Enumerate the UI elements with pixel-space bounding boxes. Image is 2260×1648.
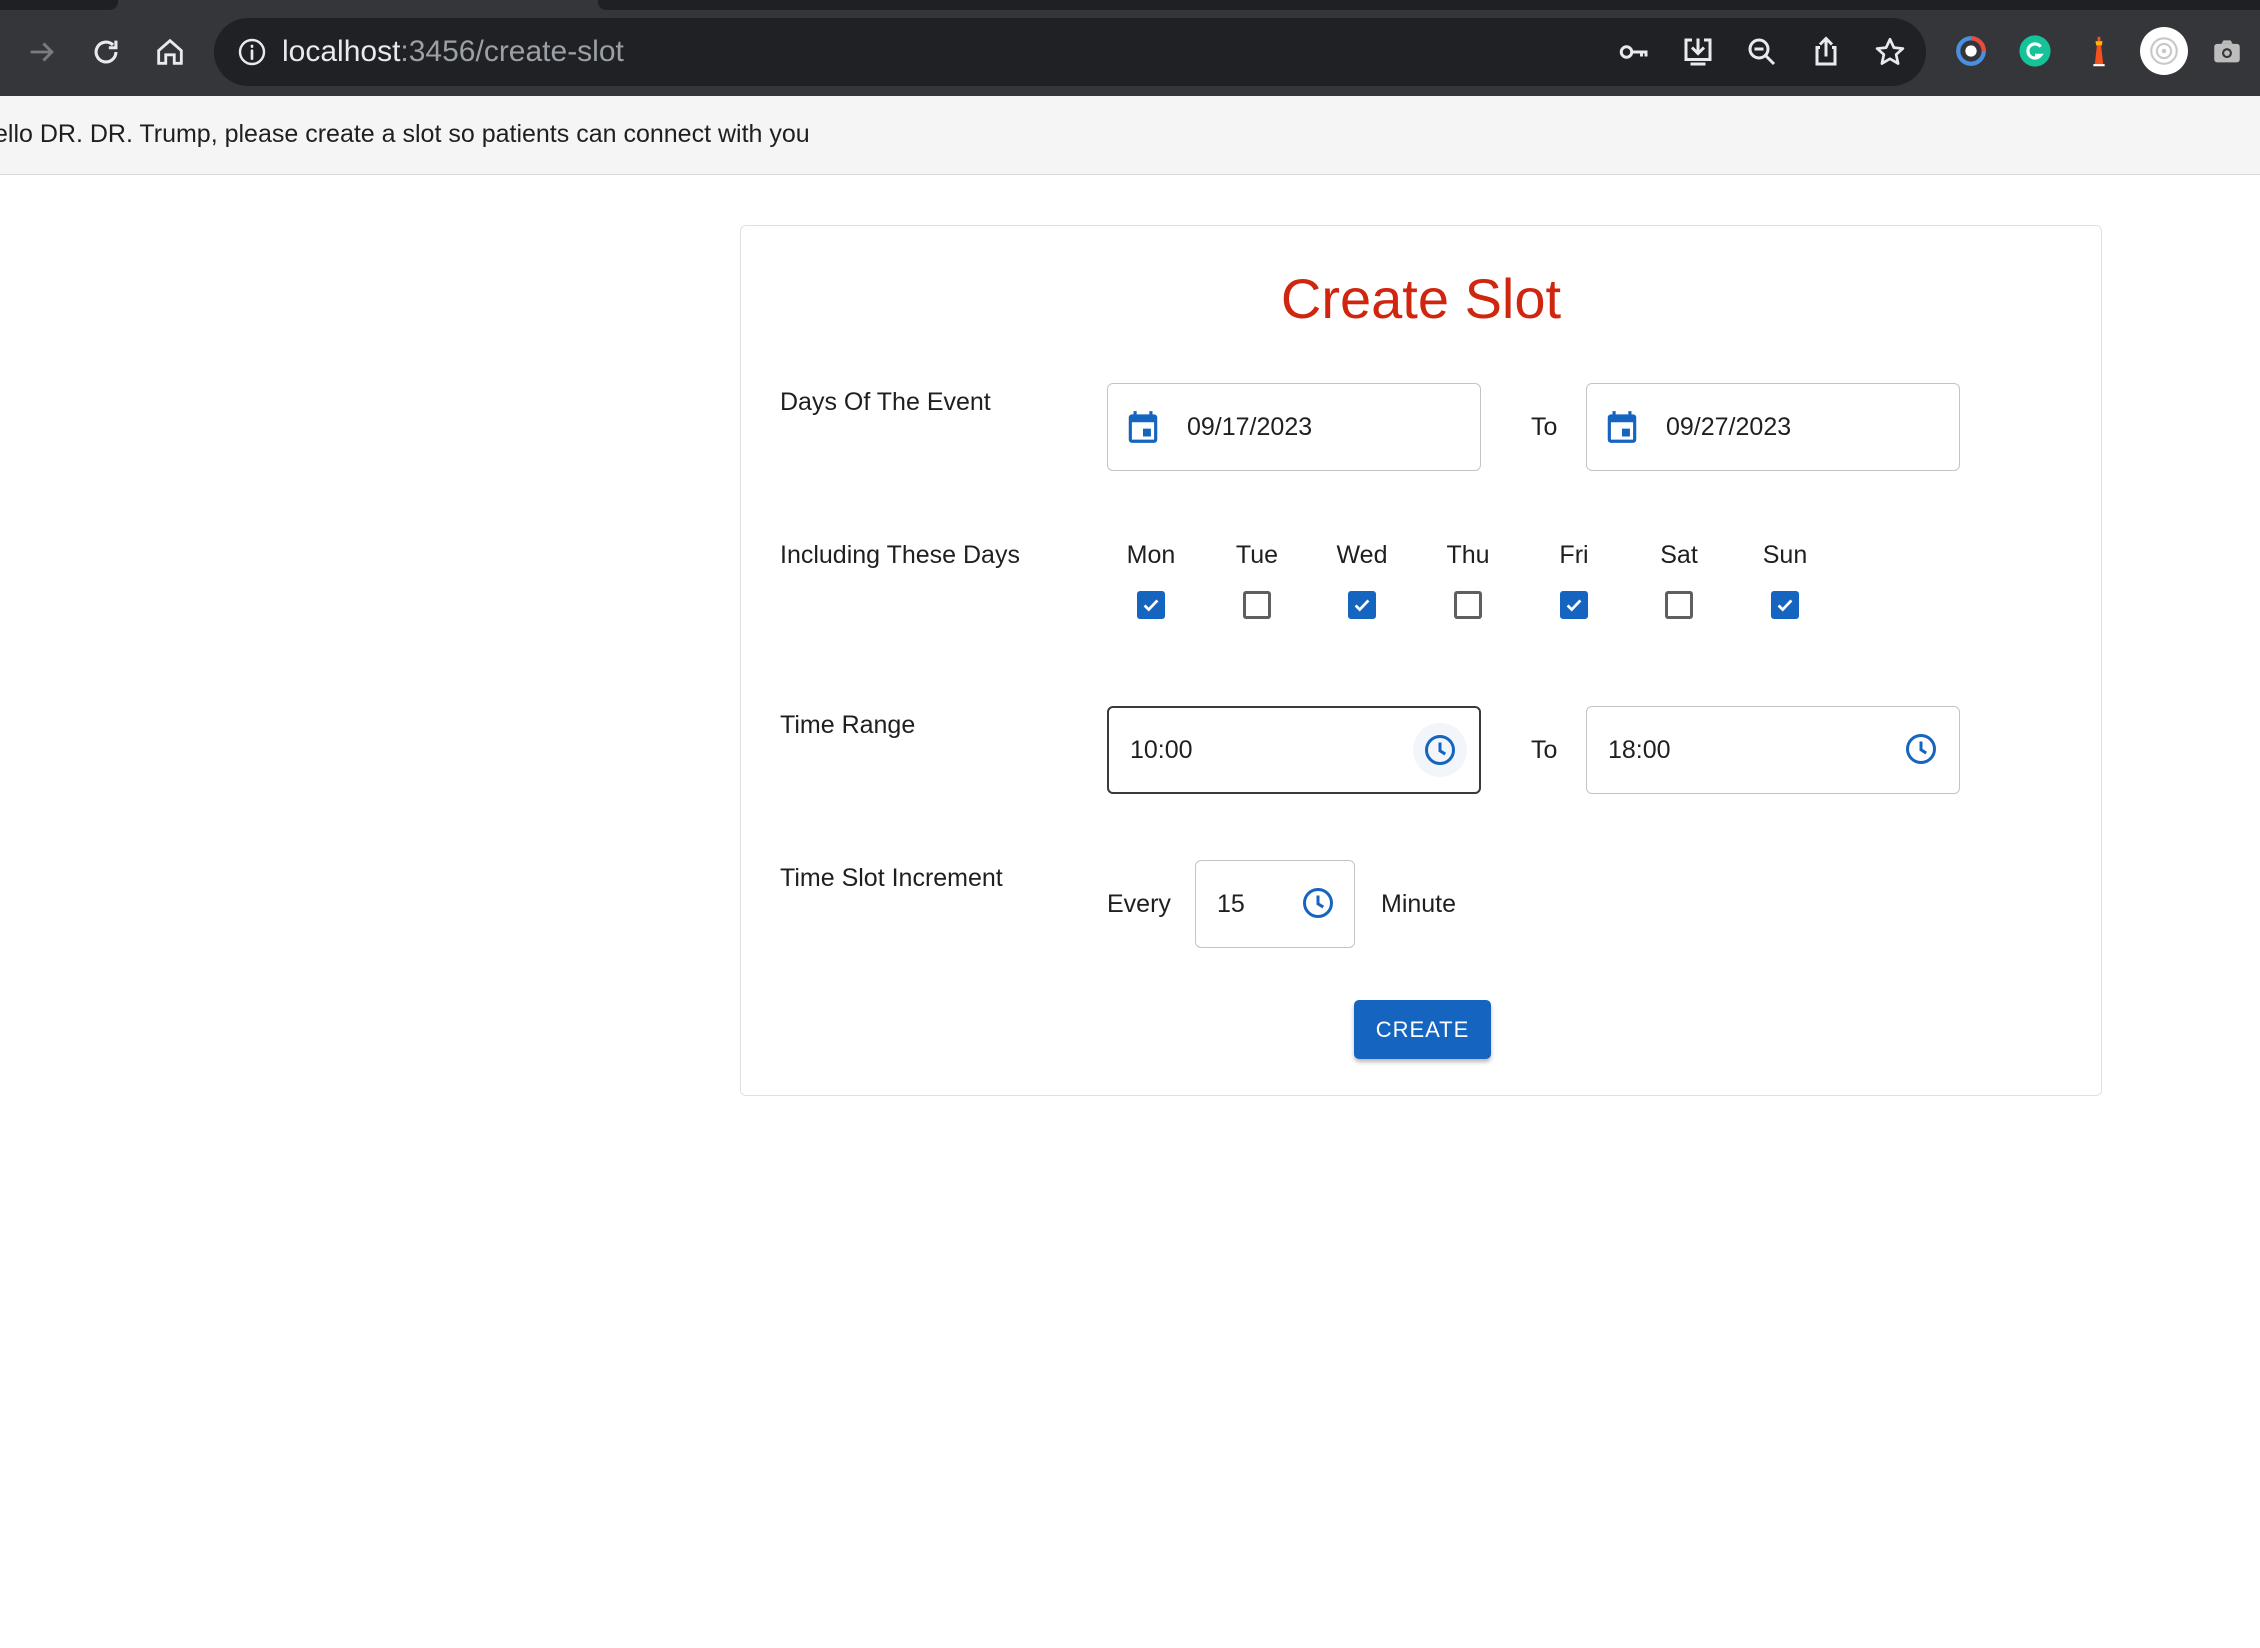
- day-checkbox-mon[interactable]: [1137, 591, 1165, 619]
- forward-button[interactable]: [20, 30, 64, 74]
- end-time-value[interactable]: 18:00: [1608, 733, 1671, 767]
- check-icon: [1143, 599, 1159, 612]
- start-time-field[interactable]: 10:00: [1107, 706, 1481, 794]
- check-icon: [1354, 599, 1370, 612]
- day-name: Sun: [1762, 541, 1808, 569]
- day-name: Thu: [1446, 541, 1490, 569]
- start-date-value[interactable]: 09/17/2023: [1187, 410, 1312, 444]
- day-sat: Sat: [1634, 539, 1724, 619]
- clock-icon[interactable]: [1300, 885, 1336, 921]
- check-icon: [1777, 599, 1793, 612]
- grammarly-icon: [2019, 35, 2051, 67]
- lighthouse-icon: [2093, 36, 2105, 67]
- increment-field[interactable]: 15: [1195, 860, 1355, 948]
- day-name: Wed: [1336, 541, 1388, 569]
- star-icon[interactable]: [1872, 34, 1908, 70]
- day-thu: Thu: [1423, 539, 1513, 619]
- extension-icon[interactable]: [1950, 30, 1992, 72]
- camera-icon: [2214, 40, 2240, 63]
- home-button[interactable]: [148, 30, 192, 74]
- share-icon[interactable]: [1808, 34, 1844, 70]
- day-checkbox-wed[interactable]: [1348, 591, 1376, 619]
- lighthouse-extension-icon[interactable]: [2078, 30, 2120, 72]
- calendar-icon[interactable]: [1124, 408, 1162, 446]
- day-checkbox-thu[interactable]: [1454, 591, 1482, 619]
- time-range-label: Time Range: [780, 711, 916, 739]
- day-checkbox-sat[interactable]: [1665, 591, 1693, 619]
- clock-icon[interactable]: [1903, 731, 1939, 767]
- reload-icon: [94, 40, 118, 64]
- day-wed: Wed: [1317, 539, 1407, 619]
- greeting-bar: ello DR. DR. Trump, please create a slot…: [0, 96, 2260, 175]
- zoom-icon[interactable]: [1744, 34, 1780, 70]
- day-checkbox-sun[interactable]: [1771, 591, 1799, 619]
- tab-strip: [0, 0, 118, 10]
- browser-toolbar: localhost:3456/create-slot: [0, 0, 2260, 96]
- key-icon[interactable]: [1616, 34, 1652, 70]
- home-icon: [157, 38, 183, 65]
- day-name: Mon: [1126, 541, 1176, 569]
- clock-button[interactable]: [1413, 723, 1467, 777]
- day-sun: Sun: [1740, 539, 1830, 619]
- tab-strip: [598, 0, 2260, 10]
- end-time-field[interactable]: 18:00: [1586, 706, 1960, 794]
- address-bar[interactable]: localhost:3456/create-slot: [214, 18, 1926, 86]
- create-button[interactable]: CREATE: [1354, 1000, 1491, 1059]
- start-time-value[interactable]: 10:00: [1130, 733, 1193, 767]
- target-icon: [2150, 37, 2178, 65]
- increment-label: Time Slot Increment: [780, 864, 1003, 892]
- check-icon: [1566, 599, 1582, 612]
- including-days-label: Including These Days: [780, 541, 1020, 569]
- calendar-icon[interactable]: [1603, 408, 1641, 446]
- url-text[interactable]: localhost:3456/create-slot: [282, 33, 624, 71]
- page-title: Create Slot: [1280, 267, 1562, 330]
- date-to-label: To: [1531, 413, 1558, 441]
- end-date-value[interactable]: 09/27/2023: [1666, 410, 1791, 444]
- grammarly-extension-icon[interactable]: [2014, 30, 2056, 72]
- create-slot-card: Create Slot Days Of The Event 09/17/2023…: [740, 225, 2102, 1096]
- screenshot-extension-icon[interactable]: [2206, 30, 2248, 72]
- day-checkbox-fri[interactable]: [1560, 591, 1588, 619]
- arrow-right-icon: [30, 42, 54, 62]
- every-label: Every: [1107, 890, 1171, 918]
- clock-icon: [1425, 735, 1455, 765]
- day-mon: Mon: [1106, 539, 1196, 619]
- minute-label: Minute: [1381, 890, 1457, 918]
- day-fri: Fri: [1529, 539, 1619, 619]
- increment-value[interactable]: 15: [1217, 887, 1245, 921]
- color-ring-icon: [1956, 36, 1986, 66]
- start-date-field[interactable]: 09/17/2023: [1107, 383, 1481, 471]
- info-icon[interactable]: [236, 36, 268, 68]
- day-name: Fri: [1559, 541, 1589, 569]
- day-name: Sat: [1660, 541, 1698, 569]
- reload-button[interactable]: [84, 30, 128, 74]
- greeting-text: ello DR. DR. Trump, please create a slot…: [0, 120, 810, 148]
- days-of-event-label: Days Of The Event: [780, 388, 991, 416]
- end-date-field[interactable]: 09/27/2023: [1586, 383, 1960, 471]
- day-name: Tue: [1235, 541, 1279, 569]
- install-icon[interactable]: [1680, 34, 1716, 70]
- profile-avatar[interactable]: [2140, 27, 2188, 75]
- day-tue: Tue: [1212, 539, 1302, 619]
- time-to-label: To: [1531, 736, 1558, 764]
- day-checkbox-tue[interactable]: [1243, 591, 1271, 619]
